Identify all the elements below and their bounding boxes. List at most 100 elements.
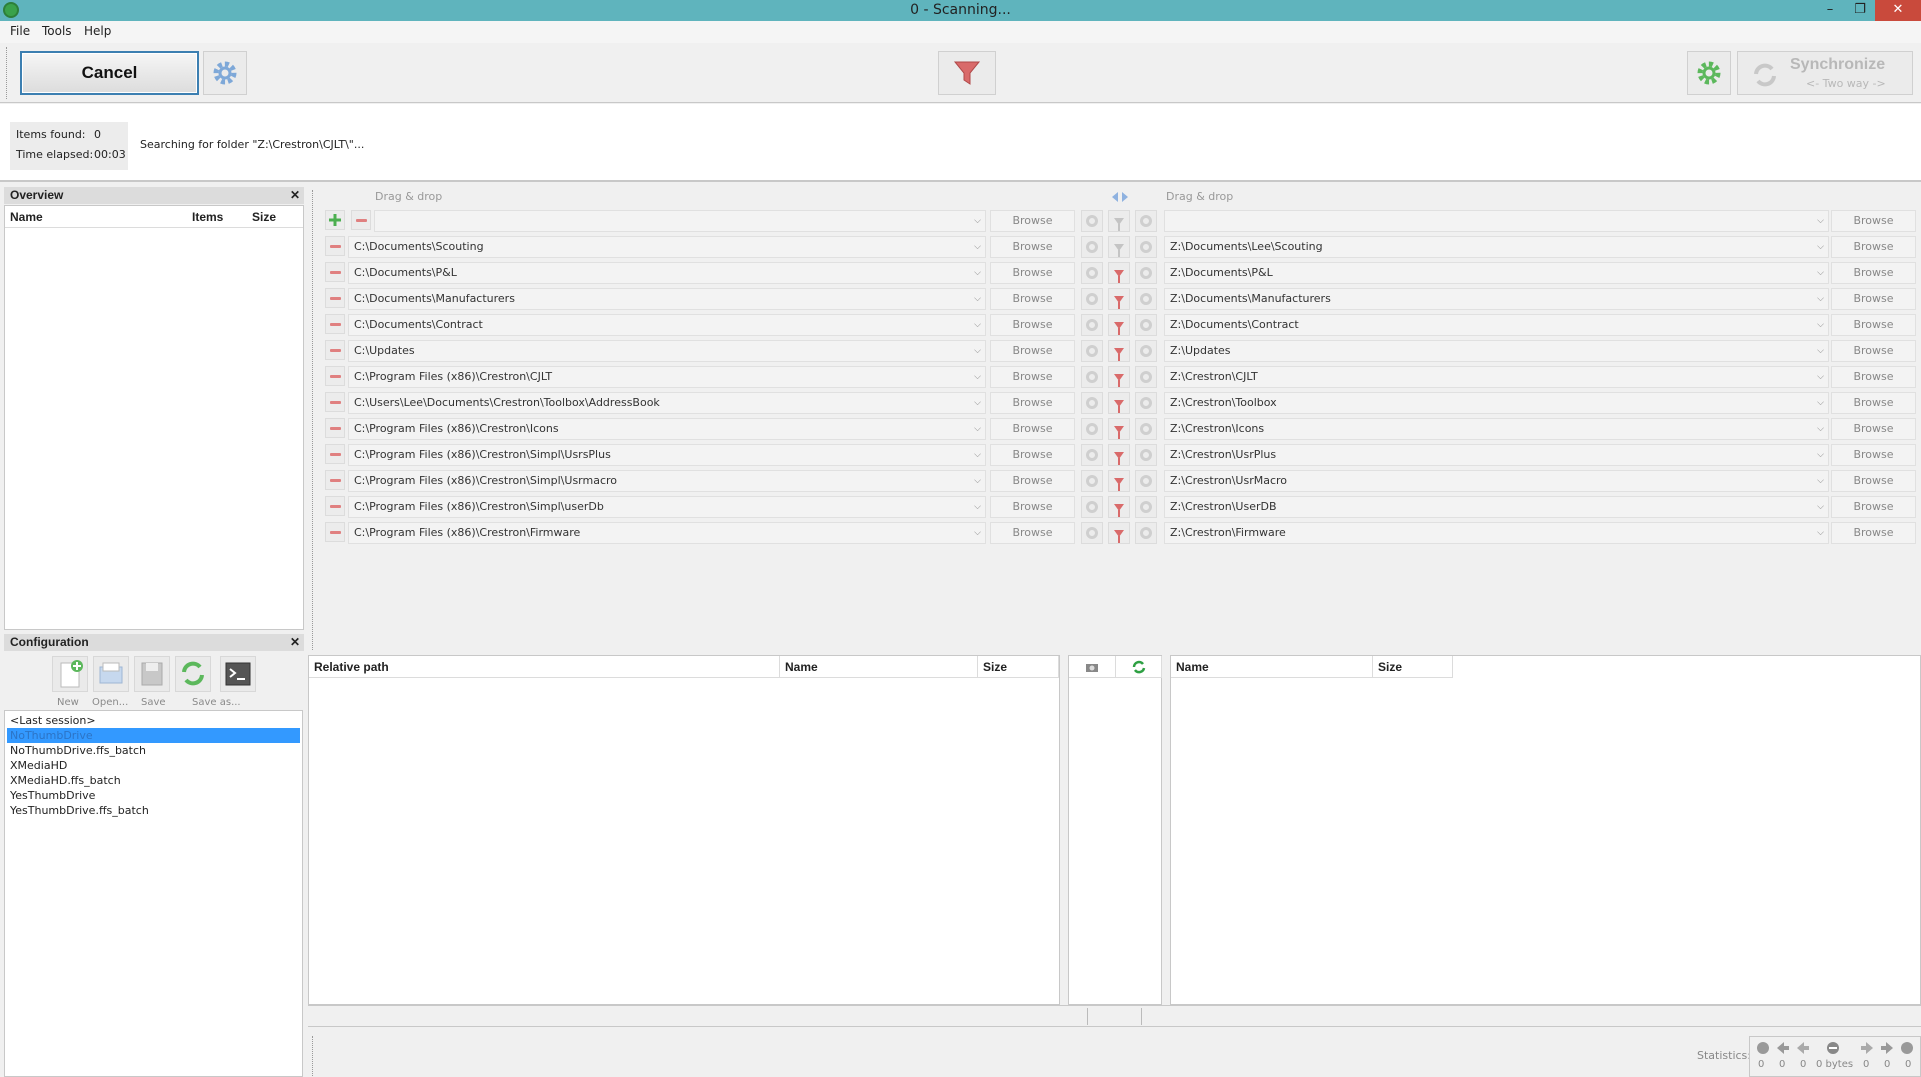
local-filter-button[interactable] [1108, 496, 1130, 518]
chevron-down-icon[interactable]: ⌵ [974, 237, 981, 257]
chevron-down-icon[interactable]: ⌵ [1817, 445, 1824, 465]
remove-folder-pair-button[interactable] [325, 496, 345, 516]
browse-left-button[interactable]: Browse [990, 522, 1075, 544]
config-item-xmediahd-batch[interactable]: XMediaHD.ffs_batch [7, 773, 300, 788]
local-filter-button[interactable] [1108, 340, 1130, 362]
alt-comparison-settings-button[interactable] [1081, 314, 1103, 336]
config-item-xmediahd[interactable]: XMediaHD [7, 758, 300, 773]
right-folder-input[interactable]: Z:\Documents\Contract ⌵ [1164, 314, 1829, 336]
bottom-splitter[interactable] [312, 1036, 315, 1076]
alt-sync-settings-button[interactable] [1135, 340, 1157, 362]
right-folder-input[interactable]: Z:\Updates ⌵ [1164, 340, 1829, 362]
alt-sync-settings-button[interactable] [1135, 210, 1157, 232]
remove-folder-pair-button[interactable] [325, 340, 345, 360]
right-file-grid[interactable]: Name Size [1170, 655, 1921, 1005]
browse-right-button[interactable]: Browse [1831, 418, 1916, 440]
alt-comparison-settings-button[interactable] [1081, 288, 1103, 310]
chevron-down-icon[interactable]: ⌵ [1817, 211, 1824, 231]
grid-col-relative-path[interactable]: Relative path [309, 656, 780, 678]
browse-right-button[interactable]: Browse [1831, 262, 1916, 284]
chevron-down-icon[interactable]: ⌵ [1817, 523, 1824, 543]
chevron-down-icon[interactable]: ⌵ [1817, 341, 1824, 361]
local-filter-button[interactable] [1108, 366, 1130, 388]
left-folder-input[interactable]: C:\Updates ⌵ [348, 340, 986, 362]
remove-folder-pair-button[interactable] [351, 210, 371, 230]
browse-right-button[interactable]: Browse [1831, 210, 1916, 232]
browse-left-button[interactable]: Browse [990, 496, 1075, 518]
right-folder-input[interactable]: Z:\Crestron\UsrPlus ⌵ [1164, 444, 1829, 466]
chevron-down-icon[interactable]: ⌵ [974, 315, 981, 335]
local-filter-button[interactable] [1108, 392, 1130, 414]
right-folder-input[interactable]: Z:\Crestron\Toolbox ⌵ [1164, 392, 1829, 414]
remove-folder-pair-button[interactable] [325, 392, 345, 412]
left-folder-input[interactable]: C:\Program Files (x86)\Crestron\CJLT ⌵ [348, 366, 986, 388]
alt-comparison-settings-button[interactable] [1081, 262, 1103, 284]
alt-sync-settings-button[interactable] [1135, 496, 1157, 518]
browse-right-button[interactable]: Browse [1831, 314, 1916, 336]
local-filter-button[interactable] [1108, 210, 1130, 232]
browse-right-button[interactable]: Browse [1831, 392, 1916, 414]
right-folder-input[interactable]: Z:\Documents\Lee\Scouting ⌵ [1164, 236, 1829, 258]
left-file-grid[interactable]: Relative path Name Size [308, 655, 1060, 1005]
new-config-button[interactable] [52, 656, 88, 692]
chevron-down-icon[interactable]: ⌵ [1817, 393, 1824, 413]
alt-comparison-settings-button[interactable] [1081, 470, 1103, 492]
left-folder-input[interactable]: C:\Program Files (x86)\Crestron\Simpl\Us… [348, 444, 986, 466]
remove-folder-pair-button[interactable] [325, 262, 345, 282]
right-folder-input[interactable]: Z:\Documents\Manufacturers ⌵ [1164, 288, 1829, 310]
save-config-button[interactable] [134, 656, 170, 692]
minimize-button[interactable]: – [1815, 0, 1845, 21]
remove-folder-pair-button[interactable] [325, 470, 345, 490]
config-item-last-session[interactable]: <Last session> [7, 713, 300, 728]
chevron-down-icon[interactable]: ⌵ [974, 393, 981, 413]
restore-button[interactable]: ❐ [1845, 0, 1875, 21]
chevron-down-icon[interactable]: ⌵ [1817, 237, 1824, 257]
remove-folder-pair-button[interactable] [325, 366, 345, 386]
configuration-list[interactable]: <Last session> NoThumbDrive NoThumbDrive… [4, 710, 303, 1077]
alt-sync-settings-button[interactable] [1135, 236, 1157, 258]
config-item-nothumbdrive-batch[interactable]: NoThumbDrive.ffs_batch [7, 743, 300, 758]
browse-right-button[interactable]: Browse [1831, 470, 1916, 492]
overview-close-icon[interactable]: ✕ [290, 187, 300, 204]
browse-left-button[interactable]: Browse [990, 262, 1075, 284]
left-folder-input[interactable]: C:\Program Files (x86)\Crestron\Simpl\Us… [348, 470, 986, 492]
chevron-down-icon[interactable]: ⌵ [1817, 367, 1824, 387]
config-item-yesthumbdrive[interactable]: YesThumbDrive [7, 788, 300, 803]
configuration-close-icon[interactable]: ✕ [290, 634, 300, 651]
chevron-down-icon[interactable]: ⌵ [974, 367, 981, 387]
sync-action-col[interactable] [1116, 656, 1162, 678]
chevron-down-icon[interactable]: ⌵ [974, 419, 981, 439]
add-folder-pair-button[interactable] [325, 210, 345, 230]
browse-left-button[interactable]: Browse [990, 236, 1075, 258]
close-button[interactable]: ✕ [1875, 0, 1921, 21]
browse-left-button[interactable]: Browse [990, 418, 1075, 440]
alt-comparison-settings-button[interactable] [1081, 340, 1103, 362]
local-filter-button[interactable] [1108, 314, 1130, 336]
browse-left-button[interactable]: Browse [990, 288, 1075, 310]
swap-sides-icon[interactable] [1111, 191, 1129, 203]
browse-right-button[interactable]: Browse [1831, 236, 1916, 258]
remove-folder-pair-button[interactable] [325, 288, 345, 308]
left-folder-input[interactable]: ⌵ [374, 210, 986, 232]
chevron-down-icon[interactable]: ⌵ [974, 497, 981, 517]
remove-folder-pair-button[interactable] [325, 236, 345, 256]
open-config-button[interactable] [93, 656, 129, 692]
alt-sync-settings-button[interactable] [1135, 418, 1157, 440]
browse-left-button[interactable]: Browse [990, 366, 1075, 388]
chevron-down-icon[interactable]: ⌵ [974, 445, 981, 465]
grid-col-name-left[interactable]: Name [780, 656, 978, 678]
right-folder-input[interactable]: Z:\Crestron\Icons ⌵ [1164, 418, 1829, 440]
grid-col-size-left[interactable]: Size [978, 656, 1059, 678]
chevron-down-icon[interactable]: ⌵ [974, 289, 981, 309]
right-folder-input[interactable]: Z:\Crestron\UserDB ⌵ [1164, 496, 1829, 518]
filter-button[interactable] [938, 51, 996, 95]
alt-comparison-settings-button[interactable] [1081, 366, 1103, 388]
left-folder-input[interactable]: C:\Program Files (x86)\Crestron\Firmware… [348, 522, 986, 544]
left-folder-input[interactable]: C:\Documents\P&L ⌵ [348, 262, 986, 284]
browse-left-button[interactable]: Browse [990, 210, 1075, 232]
browse-left-button[interactable]: Browse [990, 470, 1075, 492]
left-folder-input[interactable]: C:\Users\Lee\Documents\Crestron\Toolbox\… [348, 392, 986, 414]
remove-folder-pair-button[interactable] [325, 314, 345, 334]
local-filter-button[interactable] [1108, 418, 1130, 440]
browse-right-button[interactable]: Browse [1831, 496, 1916, 518]
